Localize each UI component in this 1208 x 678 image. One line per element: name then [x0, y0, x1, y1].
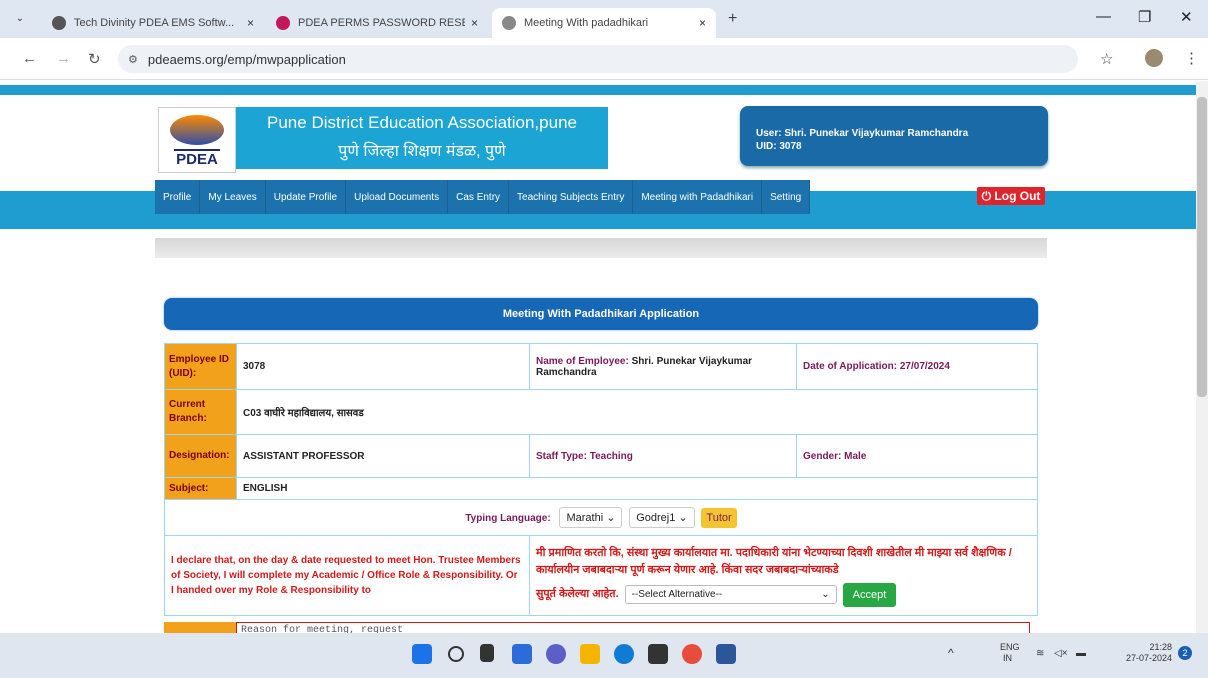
subject-label: Subject:: [164, 477, 237, 500]
staff-cell: Staff Type: Teaching: [529, 434, 797, 478]
branch-label: Current Branch:: [164, 389, 237, 435]
menu-kebab-icon[interactable]: ⋮: [1184, 49, 1199, 67]
battery-icon[interactable]: ▬: [1076, 648, 1086, 659]
store-icon[interactable]: [648, 644, 668, 664]
subject-value: ENGLISH: [236, 477, 1038, 500]
alternative-select[interactable]: --Select Alternative-- ⌄: [624, 585, 837, 604]
loading-icon: [502, 16, 516, 30]
close-tab-icon[interactable]: ×: [471, 16, 478, 30]
designation-value: ASSISTANT PROFESSOR: [236, 434, 530, 478]
profile-avatar[interactable]: [1145, 49, 1163, 67]
address-bar-row: ← → ↻ ⚙ pdeaems.org/emp/mwpapplication ☆…: [0, 38, 1208, 80]
menu-teaching-subjects[interactable]: Teaching Subjects Entry: [509, 180, 634, 214]
typing-language-row: Typing Language: Marathi ⌄ Godrej1 ⌄ Tut…: [164, 499, 1038, 536]
language-indicator[interactable]: ENG IN: [1000, 642, 1020, 664]
search-icon[interactable]: [448, 646, 464, 662]
gender-cell: Gender: Male: [796, 434, 1038, 478]
wifi-icon[interactable]: ≋: [1036, 648, 1044, 659]
start-icon[interactable]: [412, 644, 432, 664]
menu-update-profile[interactable]: Update Profile: [266, 180, 347, 214]
minimize-icon[interactable]: —: [1096, 8, 1111, 25]
language-select[interactable]: Marathi ⌄: [559, 507, 623, 528]
user-info-box: User: Shri. Punekar Vijaykumar Ramchandr…: [740, 106, 1048, 166]
pdea-logo: PDEA: [158, 107, 236, 173]
site-info-icon[interactable]: ⚙: [128, 53, 138, 66]
gmail-icon: [276, 16, 290, 30]
menu-meeting-padadhikari[interactable]: Meeting with Padadhikari: [633, 180, 763, 214]
chat-icon[interactable]: [546, 644, 566, 664]
org-name-en: Pune District Education Association,pune: [267, 113, 577, 132]
user-uid: UID: 3078: [756, 141, 802, 152]
name-cell: Name of Employee: Shri. Punekar Vijaykum…: [529, 343, 797, 390]
new-tab-icon[interactable]: +: [728, 10, 737, 28]
org-banner: Pune District Education Association,pune…: [236, 107, 608, 169]
tray-arrow-icon[interactable]: ^: [948, 646, 954, 660]
bookmark-star-icon[interactable]: ☆: [1100, 50, 1113, 68]
date-value: 27/07/2024: [899, 361, 950, 372]
emp-id-value: 3078: [236, 343, 530, 390]
logo-emblem-icon: [170, 115, 224, 145]
menu-cas-entry[interactable]: Cas Entry: [448, 180, 510, 214]
notification-badge[interactable]: 2: [1178, 646, 1192, 660]
declaration-english: I declare that, on the day & date reques…: [164, 535, 530, 616]
back-icon[interactable]: ←: [22, 50, 37, 67]
tab-meeting[interactable]: Meeting With padadhikari ×: [492, 8, 716, 38]
windows-taskbar: [0, 633, 1208, 678]
application-form: Employee ID (UID): 3078 Name of Employee…: [164, 343, 1038, 616]
volume-icon[interactable]: ◁×: [1054, 648, 1068, 659]
close-window-icon[interactable]: ✕: [1180, 8, 1193, 26]
org-name-mr: पुणे जिल्हा शिक्षण मंडळ, पुणे: [338, 143, 506, 160]
menu-my-leaves[interactable]: My Leaves: [200, 180, 266, 214]
gender-value: Male: [844, 450, 867, 462]
designation-label: Designation:: [164, 434, 237, 478]
file-explorer-icon[interactable]: [580, 644, 600, 664]
restore-icon[interactable]: ❐: [1138, 8, 1151, 26]
declaration-marathi: मी प्रमाणित करतो कि, संस्था मुख्य कार्या…: [536, 546, 1012, 576]
top-stripe: [0, 85, 1196, 95]
date-cell: Date of Application: 27/07/2024: [796, 343, 1038, 390]
tab-search-icon[interactable]: ⌄: [12, 11, 28, 27]
edge-icon[interactable]: [614, 644, 634, 664]
branch-value: C03 वाघीरे महाविद्यालय, सासवड: [236, 389, 1038, 435]
reason-textarea[interactable]: Reason for meeting, request: [236, 622, 1030, 633]
forward-icon[interactable]: →: [56, 50, 71, 67]
reason-label: [164, 622, 236, 633]
declaration-marathi-tail: सुपूर्त केलेल्या आहेत.: [536, 588, 619, 600]
close-tab-icon[interactable]: ×: [247, 16, 254, 30]
user-name: User: Shri. Punekar Vijaykumar Ramchandr…: [756, 128, 969, 139]
word-icon[interactable]: [716, 644, 736, 664]
url-input[interactable]: ⚙ pdeaems.org/emp/mwpapplication: [118, 45, 1078, 73]
tab-password-reset[interactable]: PDEA PERMS PASSWORD RESE... ×: [266, 8, 488, 38]
chrome-icon[interactable]: [682, 644, 702, 664]
scrollbar-thumb[interactable]: [1197, 97, 1207, 397]
accept-button[interactable]: Accept: [842, 582, 897, 607]
tutor-button[interactable]: Tutor: [701, 508, 737, 528]
form-heading: Meeting With Padadhikari Application: [164, 298, 1038, 330]
globe-icon: [52, 16, 66, 30]
menu-setting[interactable]: Setting: [762, 180, 811, 214]
staff-value: Teaching: [589, 450, 633, 462]
emp-id-label: Employee ID (UID):: [164, 343, 237, 390]
browser-titlebar: ⌄ Tech Divinity PDEA EMS Softw... × PDEA…: [0, 0, 1208, 38]
declaration-marathi-cell: मी प्रमाणित करतो कि, संस्था मुख्य कार्या…: [529, 535, 1038, 616]
page-viewport: PDEA Pune District Education Association…: [0, 81, 1196, 633]
menu-profile[interactable]: Profile: [155, 180, 201, 214]
task-view-icon[interactable]: [480, 644, 494, 662]
menu-upload-documents[interactable]: Upload Documents: [346, 180, 449, 214]
widgets-icon[interactable]: [512, 644, 532, 664]
main-menu: Profile My Leaves Update Profile Upload …: [155, 180, 811, 214]
clock[interactable]: 21:28 27-07-2024: [1126, 642, 1172, 664]
keyboard-select[interactable]: Godrej1 ⌄: [629, 507, 695, 528]
grey-divider: [155, 238, 1047, 258]
close-tab-icon[interactable]: ×: [699, 16, 706, 30]
reload-icon[interactable]: ↻: [88, 50, 101, 68]
logout-button[interactable]: ⏻ Log Out: [977, 187, 1045, 205]
tab-tech-divinity[interactable]: Tech Divinity PDEA EMS Softw... ×: [42, 8, 264, 38]
